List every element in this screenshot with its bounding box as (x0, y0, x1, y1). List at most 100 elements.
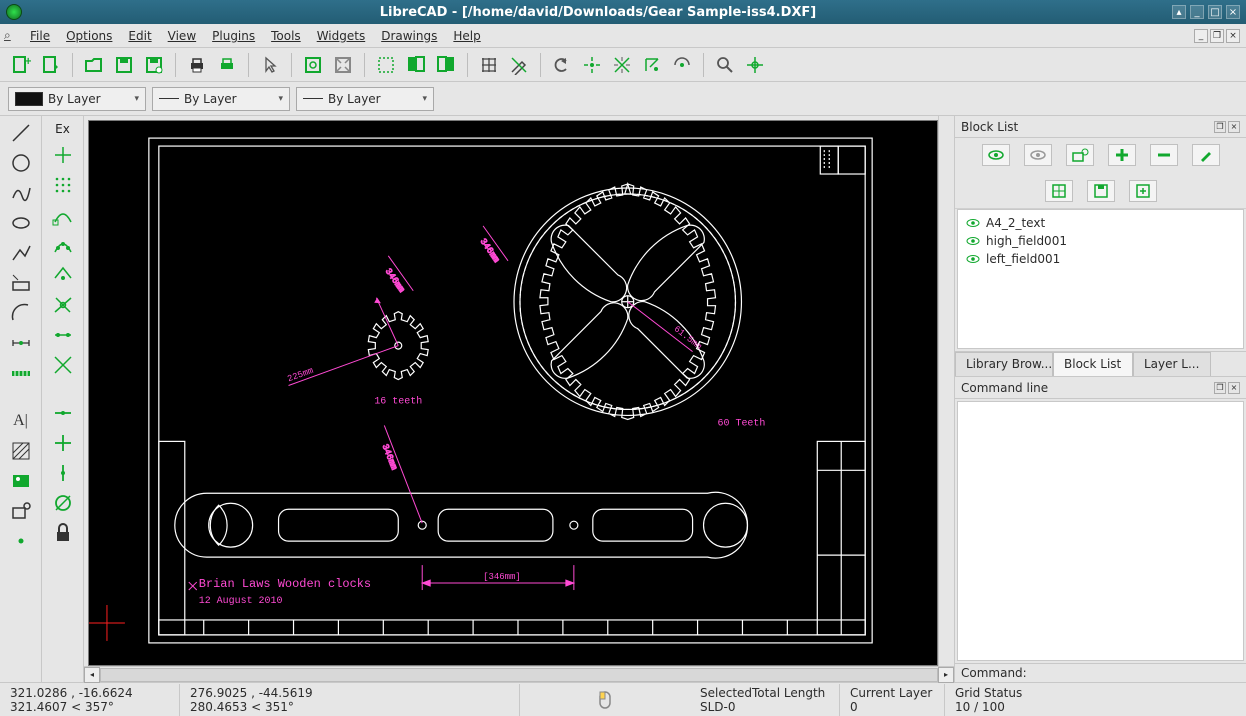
open-button[interactable] (81, 52, 107, 78)
status-rel-polar: 280.4653 < 351° (190, 700, 509, 714)
snap-endpoint2[interactable] (50, 204, 76, 226)
close-button[interactable]: × (1226, 5, 1240, 19)
panel-undock[interactable]: ❐ (1214, 382, 1226, 394)
line-tool[interactable] (8, 122, 34, 144)
linetype-dropdown[interactable]: By Layer▾ (296, 87, 434, 111)
snap-restrict-button[interactable] (742, 52, 768, 78)
menu-edit[interactable]: Edit (120, 26, 159, 46)
vertical-scrollbar[interactable] (938, 116, 954, 666)
zoom-window-button[interactable] (300, 52, 326, 78)
snap-grid[interactable] (50, 174, 76, 196)
menu-file[interactable]: File (22, 26, 58, 46)
block-item[interactable]: left_field001 (962, 250, 1239, 268)
snap-free[interactable] (50, 144, 76, 166)
snap-tangent-button[interactable] (669, 52, 695, 78)
snap-endpoint-button[interactable] (579, 52, 605, 78)
canvas-dim1: 346mm (478, 237, 502, 265)
select-tool[interactable] (8, 272, 34, 294)
snap-distance[interactable] (50, 324, 76, 346)
snap-center-button[interactable] (639, 52, 665, 78)
maximize-button[interactable]: □ (1208, 5, 1222, 19)
point-tool[interactable] (8, 530, 34, 552)
new-from-template-button[interactable] (38, 52, 64, 78)
deselect-all-button[interactable] (433, 52, 459, 78)
pointer-button[interactable] (257, 52, 283, 78)
menu-tools[interactable]: Tools (263, 26, 309, 46)
snap-intersection-button[interactable] (609, 52, 635, 78)
snap-on-entity[interactable] (50, 234, 76, 256)
print-button[interactable] (184, 52, 210, 78)
arc-tool[interactable] (8, 302, 34, 324)
remove-block[interactable] (1150, 144, 1178, 166)
print-preview-button[interactable] (214, 52, 240, 78)
measure-tool[interactable] (8, 362, 34, 384)
mdi-restore[interactable]: ❐ (1210, 29, 1224, 43)
select-window-button[interactable] (373, 52, 399, 78)
menu-plugins[interactable]: Plugins (204, 26, 263, 46)
circle-tool[interactable] (8, 152, 34, 174)
menu-help[interactable]: Help (445, 26, 488, 46)
draft-mode-button[interactable] (506, 52, 532, 78)
horizontal-scrollbar[interactable]: ◂ ▸ (84, 666, 954, 682)
menu-view[interactable]: View (160, 26, 204, 46)
snap-intersection2[interactable] (50, 354, 76, 376)
hatch-tool[interactable] (8, 440, 34, 462)
scroll-left[interactable]: ◂ (84, 667, 100, 683)
color-dropdown[interactable]: By Layer▾ (8, 87, 146, 111)
save-as-button[interactable] (141, 52, 167, 78)
search-icon[interactable]: ⌕ (4, 28, 18, 43)
undo-button[interactable] (549, 52, 575, 78)
zoom-pan-button[interactable] (712, 52, 738, 78)
create-block[interactable] (1066, 144, 1094, 166)
exclusive-snap[interactable]: Ex (55, 122, 70, 136)
dimension-tool[interactable] (8, 332, 34, 354)
snap-center2[interactable] (50, 264, 76, 286)
command-history[interactable] (957, 401, 1244, 661)
image-tool[interactable] (8, 470, 34, 492)
new-button[interactable]: + (8, 52, 34, 78)
grid-button[interactable] (476, 52, 502, 78)
lock-relative-zero[interactable] (50, 522, 76, 544)
select-all-button[interactable] (403, 52, 429, 78)
restrict-vertical[interactable] (50, 432, 76, 454)
zoom-extents-button[interactable] (330, 52, 356, 78)
panel-close[interactable]: × (1228, 382, 1240, 394)
add-block[interactable] (1108, 144, 1136, 166)
rollup-button[interactable]: ▴ (1172, 5, 1186, 19)
scroll-right[interactable]: ▸ (938, 667, 954, 683)
mdi-minimize[interactable]: _ (1194, 29, 1208, 43)
ellipse-tool[interactable] (8, 212, 34, 234)
polyline-tool[interactable] (8, 242, 34, 264)
save-block[interactable] (1087, 180, 1115, 202)
tab-block[interactable]: Block List (1053, 352, 1133, 376)
block-item[interactable]: A4_2_text (962, 214, 1239, 232)
menu-widgets[interactable]: Widgets (309, 26, 374, 46)
restrict-ortho[interactable] (50, 462, 76, 484)
mdi-close[interactable]: × (1226, 29, 1240, 43)
snap-middle[interactable] (50, 294, 76, 316)
tab-layer[interactable]: Layer L... (1133, 352, 1211, 376)
minimize-button[interactable]: _ (1190, 5, 1204, 19)
panel-undock[interactable]: ❐ (1214, 121, 1226, 133)
set-relative-zero[interactable] (50, 492, 76, 514)
rename-block[interactable] (1192, 144, 1220, 166)
text-tool[interactable]: A| (8, 410, 34, 432)
insert-block[interactable] (1129, 180, 1157, 202)
tab-library[interactable]: Library Brow... (955, 352, 1053, 376)
panel-close[interactable]: × (1228, 121, 1240, 133)
block-tool[interactable] (8, 500, 34, 522)
edit-block[interactable] (1045, 180, 1073, 202)
show-all-blocks[interactable] (982, 144, 1010, 166)
mouse-hint-icon (595, 690, 615, 710)
width-dropdown[interactable]: By Layer▾ (152, 87, 290, 111)
save-button[interactable] (111, 52, 137, 78)
menu-drawings[interactable]: Drawings (373, 26, 445, 46)
drawing-canvas[interactable]: 61.5mm 60 Teeth 225mm 16 teeth 346mm 346… (88, 120, 938, 666)
restrict-horizontal[interactable] (50, 402, 76, 424)
spline-tool[interactable] (8, 182, 34, 204)
blocklist-header: Block List ❐× (955, 116, 1246, 138)
block-list[interactable]: A4_2_text high_field001 left_field001 (957, 209, 1244, 349)
block-item[interactable]: high_field001 (962, 232, 1239, 250)
hide-all-blocks[interactable] (1024, 144, 1052, 166)
menu-options[interactable]: Options (58, 26, 120, 46)
